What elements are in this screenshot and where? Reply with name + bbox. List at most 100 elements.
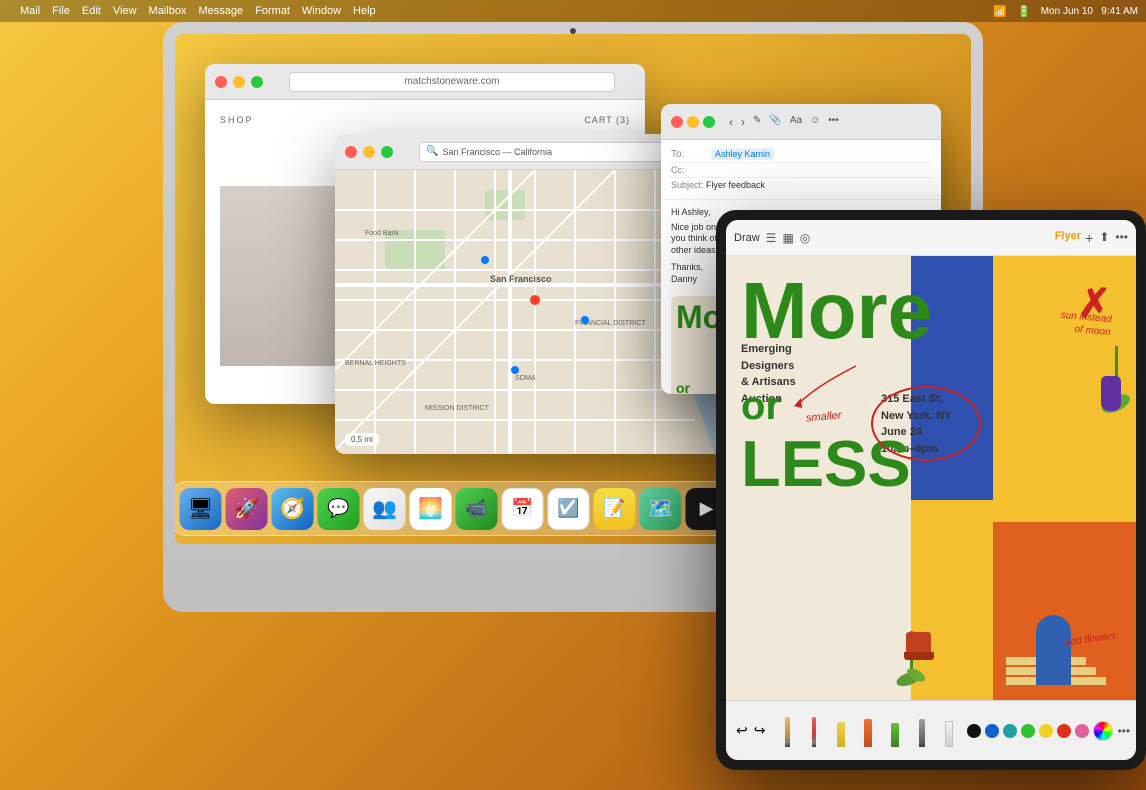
color-black[interactable]: [967, 724, 981, 738]
menu-help[interactable]: Help: [353, 5, 376, 17]
mail-minimize-button[interactable]: [687, 116, 699, 128]
ipad-toolbar-grid-icon[interactable]: ▦: [782, 231, 793, 245]
dock-contacts[interactable]: 👥: [364, 488, 406, 530]
dock-calendar[interactable]: 📅: [502, 488, 544, 530]
maps-maximize-button[interactable]: [381, 146, 393, 158]
dock-safari[interactable]: 🧭: [272, 488, 314, 530]
mail-attachment-icon[interactable]: 📎: [769, 115, 781, 129]
flyer-annotation-smaller-text: smaller: [806, 409, 842, 424]
svg-text:SOMA: SOMA: [515, 375, 536, 382]
menu-file[interactable]: File: [52, 5, 70, 17]
mail-toolbar: ‹ › ✎ 📎 Aa ☺ •••: [729, 115, 839, 129]
maximize-button[interactable]: [251, 76, 263, 88]
flyer-annotation-smaller: smaller: [806, 409, 842, 424]
drawing-tools: [775, 715, 961, 747]
svg-text:Food Bank: Food Bank: [365, 230, 399, 237]
redo-button[interactable]: ↪: [754, 717, 766, 745]
flyer-emerging: Emerging: [741, 343, 792, 355]
dock-reminders[interactable]: ☑️: [548, 488, 590, 530]
flyer-vase: [1101, 376, 1121, 411]
flyer-or-text: or: [676, 380, 690, 394]
ipad-more-options-icon[interactable]: •••: [1115, 230, 1128, 246]
flyer-designers: Designers: [741, 360, 794, 372]
search-icon: 🔍: [426, 146, 438, 157]
mail-emoji-icon[interactable]: ☺: [810, 115, 820, 129]
color-blue[interactable]: [985, 724, 999, 738]
ipad-add-icon[interactable]: +: [1085, 230, 1093, 246]
flyer-address-circle: [871, 386, 981, 461]
color-red[interactable]: [1057, 724, 1071, 738]
mail-back-icon[interactable]: ‹: [729, 115, 733, 129]
ipad-right-toolbar: + ⬆ •••: [1085, 230, 1128, 246]
mail-close-button[interactable]: [671, 116, 683, 128]
flyer-large: More Emerging Designers & Artisans Aucti…: [726, 256, 1136, 700]
cart-button[interactable]: CART (3): [584, 115, 630, 125]
mail-to-value[interactable]: Ashley Kamin: [711, 148, 774, 160]
dock-launchpad[interactable]: 🚀: [226, 488, 268, 530]
svg-text:BERNAL HEIGHTS: BERNAL HEIGHTS: [345, 360, 406, 367]
eraser-tool[interactable]: [937, 715, 961, 747]
shop-nav[interactable]: SHOP: [220, 115, 254, 125]
dock-notes[interactable]: 📝: [594, 488, 636, 530]
mail-format-icon[interactable]: Aa: [790, 115, 802, 129]
dock-facetime[interactable]: 📹: [456, 488, 498, 530]
menu-bar: Mail File Edit View Mailbox Message Form…: [0, 0, 1146, 22]
marker-tool-yellow[interactable]: [829, 715, 853, 747]
ipad-share-icon[interactable]: ⬆: [1099, 230, 1109, 246]
safari-titlebar: matchstoneware.com: [205, 64, 645, 100]
flyer-pot-plant: [906, 632, 934, 660]
ipad-toolbar-settings-icon[interactable]: ◎: [800, 231, 810, 245]
pencil-tool[interactable]: [775, 715, 799, 747]
ipad-toolbar: Draw ☰ ▦ ◎ Flyer + ⬆ •••: [726, 220, 1136, 256]
map-scale: 0.5 mi: [345, 433, 379, 446]
menu-edit[interactable]: Edit: [82, 5, 101, 17]
dock-finder[interactable]: 🖥: [180, 488, 222, 530]
ipad-app-name: Draw: [734, 232, 760, 244]
mail-forward-icon[interactable]: ›: [741, 115, 745, 129]
dock-messages[interactable]: 💬: [318, 488, 360, 530]
menu-view[interactable]: View: [113, 5, 137, 17]
ipad-toolbar-list-icon[interactable]: ☰: [766, 231, 777, 245]
mail-subject-label: Subject:: [671, 180, 706, 190]
ipad-device: Draw ☰ ▦ ◎ Flyer + ⬆ •••: [716, 210, 1146, 770]
pen-tool[interactable]: [802, 715, 826, 747]
menu-mail[interactable]: Mail: [20, 5, 40, 17]
url-text: matchstoneware.com: [404, 76, 499, 87]
url-bar[interactable]: matchstoneware.com: [289, 72, 615, 92]
flyer-large-more-text: More: [741, 271, 932, 351]
color-picker-button[interactable]: [1093, 721, 1113, 741]
marker-tool-green[interactable]: [883, 715, 907, 747]
dock-maps[interactable]: 🗺️: [640, 488, 682, 530]
mail-compose-icon[interactable]: ✎: [753, 115, 761, 129]
maps-close-button[interactable]: [345, 146, 357, 158]
ipad-doc-title: Flyer: [1055, 230, 1081, 242]
color-pink[interactable]: [1075, 724, 1089, 738]
menu-message[interactable]: Message: [198, 5, 243, 17]
mail-more-icon[interactable]: •••: [828, 115, 839, 129]
color-teal[interactable]: [1003, 724, 1017, 738]
mail-subject-row: Subject: Flyer feedback: [671, 178, 931, 193]
date-time: Mon Jun 10 9:41 AM: [1041, 6, 1138, 17]
mail-to-label: To:: [671, 149, 711, 160]
marker-tool-orange[interactable]: [856, 715, 880, 747]
color-yellow[interactable]: [1039, 724, 1053, 738]
close-button[interactable]: [215, 76, 227, 88]
menu-window[interactable]: Window: [302, 5, 341, 17]
mail-cc-label: Cc:: [671, 165, 711, 175]
maps-minimize-button[interactable]: [363, 146, 375, 158]
mail-maximize-button[interactable]: [703, 116, 715, 128]
ipad-drawing-toolbar: ↩ ↪: [726, 700, 1136, 760]
minimize-button[interactable]: [233, 76, 245, 88]
menu-format[interactable]: Format: [255, 5, 290, 17]
flyer-door: [1036, 615, 1071, 685]
menu-mailbox[interactable]: Mailbox: [149, 5, 187, 17]
mail-fields: To: Ashley Kamin Cc: Subject: Flyer feed…: [661, 140, 941, 200]
color-green[interactable]: [1021, 724, 1035, 738]
dock-photos[interactable]: 🌅: [410, 488, 452, 530]
mail-subject-value[interactable]: Flyer feedback: [706, 180, 765, 190]
ipad-screen: Draw ☰ ▦ ◎ Flyer + ⬆ •••: [726, 220, 1136, 760]
more-colors-icon[interactable]: •••: [1117, 724, 1130, 738]
undo-button[interactable]: ↩: [736, 717, 748, 745]
mail-titlebar: ‹ › ✎ 📎 Aa ☺ •••: [661, 104, 941, 140]
brush-tool[interactable]: [910, 715, 934, 747]
